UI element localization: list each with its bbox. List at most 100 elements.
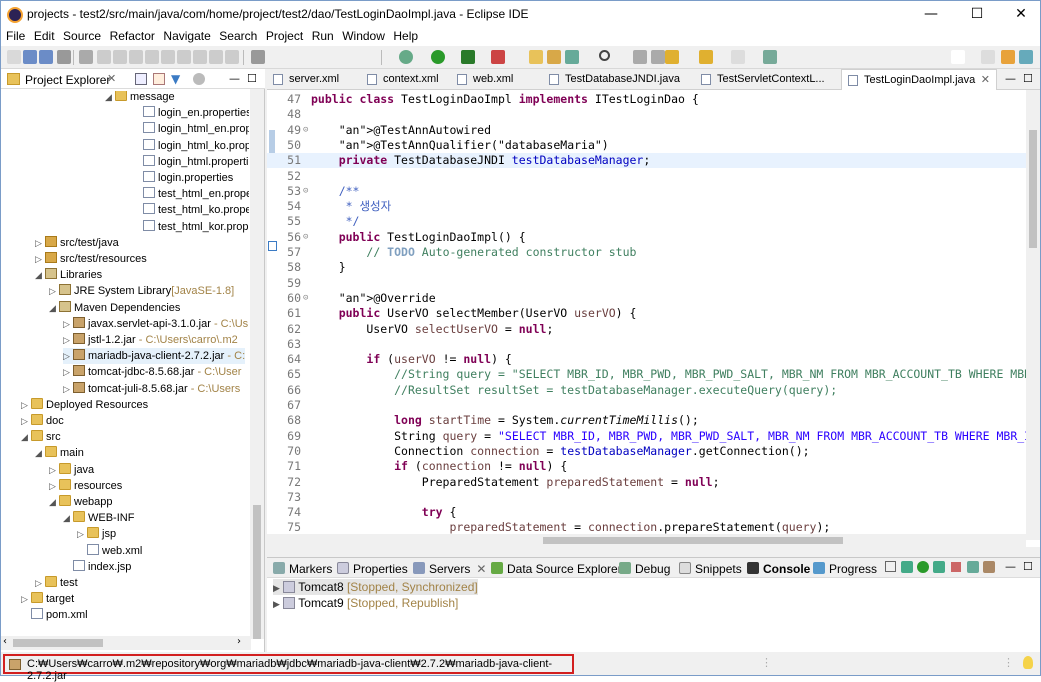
menu-navigate[interactable]: Navigate	[163, 28, 210, 43]
debug-perspective-icon[interactable]	[1019, 50, 1033, 64]
collapsed-arrow-icon[interactable]: ▷	[77, 526, 87, 542]
tree-item[interactable]: login.properties	[133, 170, 233, 186]
forward-icon[interactable]	[731, 50, 745, 64]
code-line[interactable]: 50 "an">@TestAnnQualifier("databaseMaria…	[267, 138, 1027, 153]
code-line[interactable]: 62 UserVO selectUserVO = null;	[267, 322, 1027, 337]
code-line[interactable]: 63	[267, 337, 1027, 352]
collapsed-arrow-icon[interactable]: ▷	[21, 413, 31, 429]
menu-search[interactable]: Search	[219, 28, 257, 43]
tree-item[interactable]: ◢ Libraries	[35, 267, 102, 283]
menu-file[interactable]: File	[6, 28, 25, 43]
debug-icon[interactable]	[399, 50, 413, 64]
code-line[interactable]: 57 // TODO Auto-generated constructor st…	[267, 245, 1027, 260]
minimize-view-icon[interactable]: —	[229, 72, 240, 85]
menu-project[interactable]: Project	[266, 28, 303, 43]
tree-item[interactable]: pom.xml	[21, 607, 88, 623]
tab-servers[interactable]: Servers ✕	[411, 558, 486, 578]
server-row-tomcat9[interactable]: ▶ Tomcat9 [Stopped, Republish]	[273, 595, 458, 611]
collapsed-arrow-icon[interactable]: ▷	[63, 364, 73, 380]
filter-icon[interactable]: ▼	[171, 72, 180, 86]
fold-toggle-icon[interactable]: ⊝	[303, 230, 308, 245]
pin-editor-icon[interactable]	[763, 50, 777, 64]
code-line[interactable]: 56 public TestLoginDaoImpl() {⊝	[267, 230, 1027, 245]
tab-console[interactable]: Console	[745, 558, 810, 578]
close-button[interactable]: ✕	[998, 1, 1041, 28]
menu-edit[interactable]: Edit	[34, 28, 55, 43]
tab-testdatabasejndi[interactable]: TestDatabaseJNDI.java	[543, 69, 695, 90]
tree-item[interactable]: ▷ resources	[49, 478, 122, 494]
tab-progress[interactable]: Progress	[811, 558, 877, 578]
tree-item[interactable]: login_html.propertie	[133, 154, 249, 170]
editor-hscroll-thumb[interactable]	[543, 537, 843, 544]
build-icon[interactable]	[251, 50, 265, 64]
minimize-button[interactable]: —	[908, 1, 954, 28]
tree-item[interactable]: ◢ WEB-INF	[63, 510, 134, 526]
drop-frame-icon[interactable]	[209, 50, 223, 64]
prev-annotation-icon[interactable]	[651, 50, 665, 64]
collapsed-arrow-icon[interactable]: ▷	[63, 381, 73, 397]
collapsed-arrow-icon[interactable]: ▷	[21, 397, 31, 413]
link-with-editor-icon[interactable]	[153, 73, 165, 85]
code-line[interactable]: 49 "an">@TestAnnAutowired ⊝	[267, 123, 1027, 138]
code-line[interactable]: 55 */	[267, 214, 1027, 229]
tree-item[interactable]: ▷ src/test/resources	[35, 251, 147, 267]
expanded-arrow-icon[interactable]: ◢	[35, 267, 45, 283]
tree-item[interactable]: ▷ JRE System Library[JavaSE-1.8]	[49, 283, 234, 299]
code-line[interactable]: 65 //String query = "SELECT MBR_ID, MBR_…	[267, 367, 1038, 382]
publish-icon[interactable]	[967, 561, 979, 573]
editor-vertical-scrollbar[interactable]	[1026, 90, 1040, 540]
debug-server-icon[interactable]	[901, 561, 913, 573]
tree-item[interactable]: ◢ Maven Dependencies	[49, 300, 180, 316]
quick-access-icon[interactable]	[951, 50, 965, 64]
fold-toggle-icon[interactable]: ⊝	[303, 123, 308, 138]
tab-testservletcontextl[interactable]: TestServletContextL...	[695, 69, 841, 90]
step-over-icon[interactable]	[177, 50, 191, 64]
resume-icon[interactable]	[97, 50, 111, 64]
tree-item[interactable]: login_html_ko.proper	[133, 138, 249, 154]
skip-breakpoints-icon[interactable]	[79, 50, 93, 64]
print-icon[interactable]	[57, 50, 71, 64]
tree-vertical-scrollbar[interactable]	[250, 89, 264, 639]
tree-item[interactable]: ▷ javax.servlet-api-3.1.0.jar - C:\Us	[63, 316, 248, 332]
expanded-arrow-icon[interactable]: ◢	[63, 510, 73, 526]
collapsed-arrow-icon[interactable]: ▷	[63, 332, 73, 348]
menu-refactor[interactable]: Refactor	[110, 28, 155, 43]
code-area[interactable]: 47 public class TestLoginDaoImpl implemen…	[267, 90, 1040, 540]
tree-item[interactable]: ▷ tomcat-juli-8.5.68.jar - C:\Users	[63, 381, 240, 397]
tab-testlogindaoimpl[interactable]: TestLoginDaoImpl.java ✕	[841, 69, 997, 90]
minimize-editor-icon[interactable]: —	[1005, 72, 1016, 85]
expanded-arrow-icon[interactable]: ◢	[35, 445, 45, 461]
minimize-view-icon[interactable]: —	[1005, 560, 1016, 573]
code-line[interactable]: 48	[267, 107, 1027, 122]
code-line[interactable]: 66 //ResultSet resultSet = testDatabaseM…	[267, 383, 1027, 398]
expand-icon[interactable]: ▶	[273, 599, 280, 609]
code-line[interactable]: 71 if (connection != null) {	[267, 459, 1027, 474]
collapsed-arrow-icon[interactable]: ▷	[49, 462, 59, 478]
run-icon[interactable]	[431, 50, 445, 64]
tree-item[interactable]: ◢ webapp	[49, 494, 113, 510]
lightbulb-icon[interactable]	[1023, 656, 1033, 669]
tree-hscroll-thumb[interactable]	[13, 639, 103, 647]
tree-item[interactable]: ▷ target	[21, 591, 74, 607]
tab-server-xml[interactable]: server.xml	[267, 69, 361, 90]
code-line[interactable]: 47 public class TestLoginDaoImpl implemen…	[267, 92, 1027, 107]
code-line[interactable]: 51 private TestDatabaseJNDI testDatabase…	[267, 153, 1027, 169]
start-server-icon[interactable]	[917, 561, 929, 573]
maximize-view-icon[interactable]: ☐	[1023, 560, 1033, 573]
save-icon[interactable]	[23, 50, 37, 64]
tree-item[interactable]: ▷ tomcat-jdbc-8.5.68.jar - C:\User	[63, 364, 241, 380]
collapsed-arrow-icon[interactable]: ▷	[35, 235, 45, 251]
code-line[interactable]: 60 "an">@Override ⊝	[267, 291, 1027, 306]
next-annotation-icon[interactable]	[633, 50, 647, 64]
menu-run[interactable]: Run	[312, 28, 334, 43]
tree-item[interactable]: test_html_kor.proper	[133, 219, 249, 235]
code-line[interactable]: 64 if (userVO != null) {	[267, 352, 1027, 367]
tab-snippets[interactable]: Snippets	[677, 558, 742, 578]
code-line[interactable]: 73	[267, 490, 1027, 505]
expanded-arrow-icon[interactable]: ◢	[105, 91, 115, 105]
new-class-icon[interactable]	[565, 50, 579, 64]
close-view-icon[interactable]: ✕	[107, 72, 116, 85]
expanded-arrow-icon[interactable]: ◢	[21, 429, 31, 445]
server-row-tomcat8[interactable]: ▶ Tomcat8 [Stopped, Synchronized]	[273, 579, 478, 595]
use-step-filters-icon[interactable]	[225, 50, 239, 64]
